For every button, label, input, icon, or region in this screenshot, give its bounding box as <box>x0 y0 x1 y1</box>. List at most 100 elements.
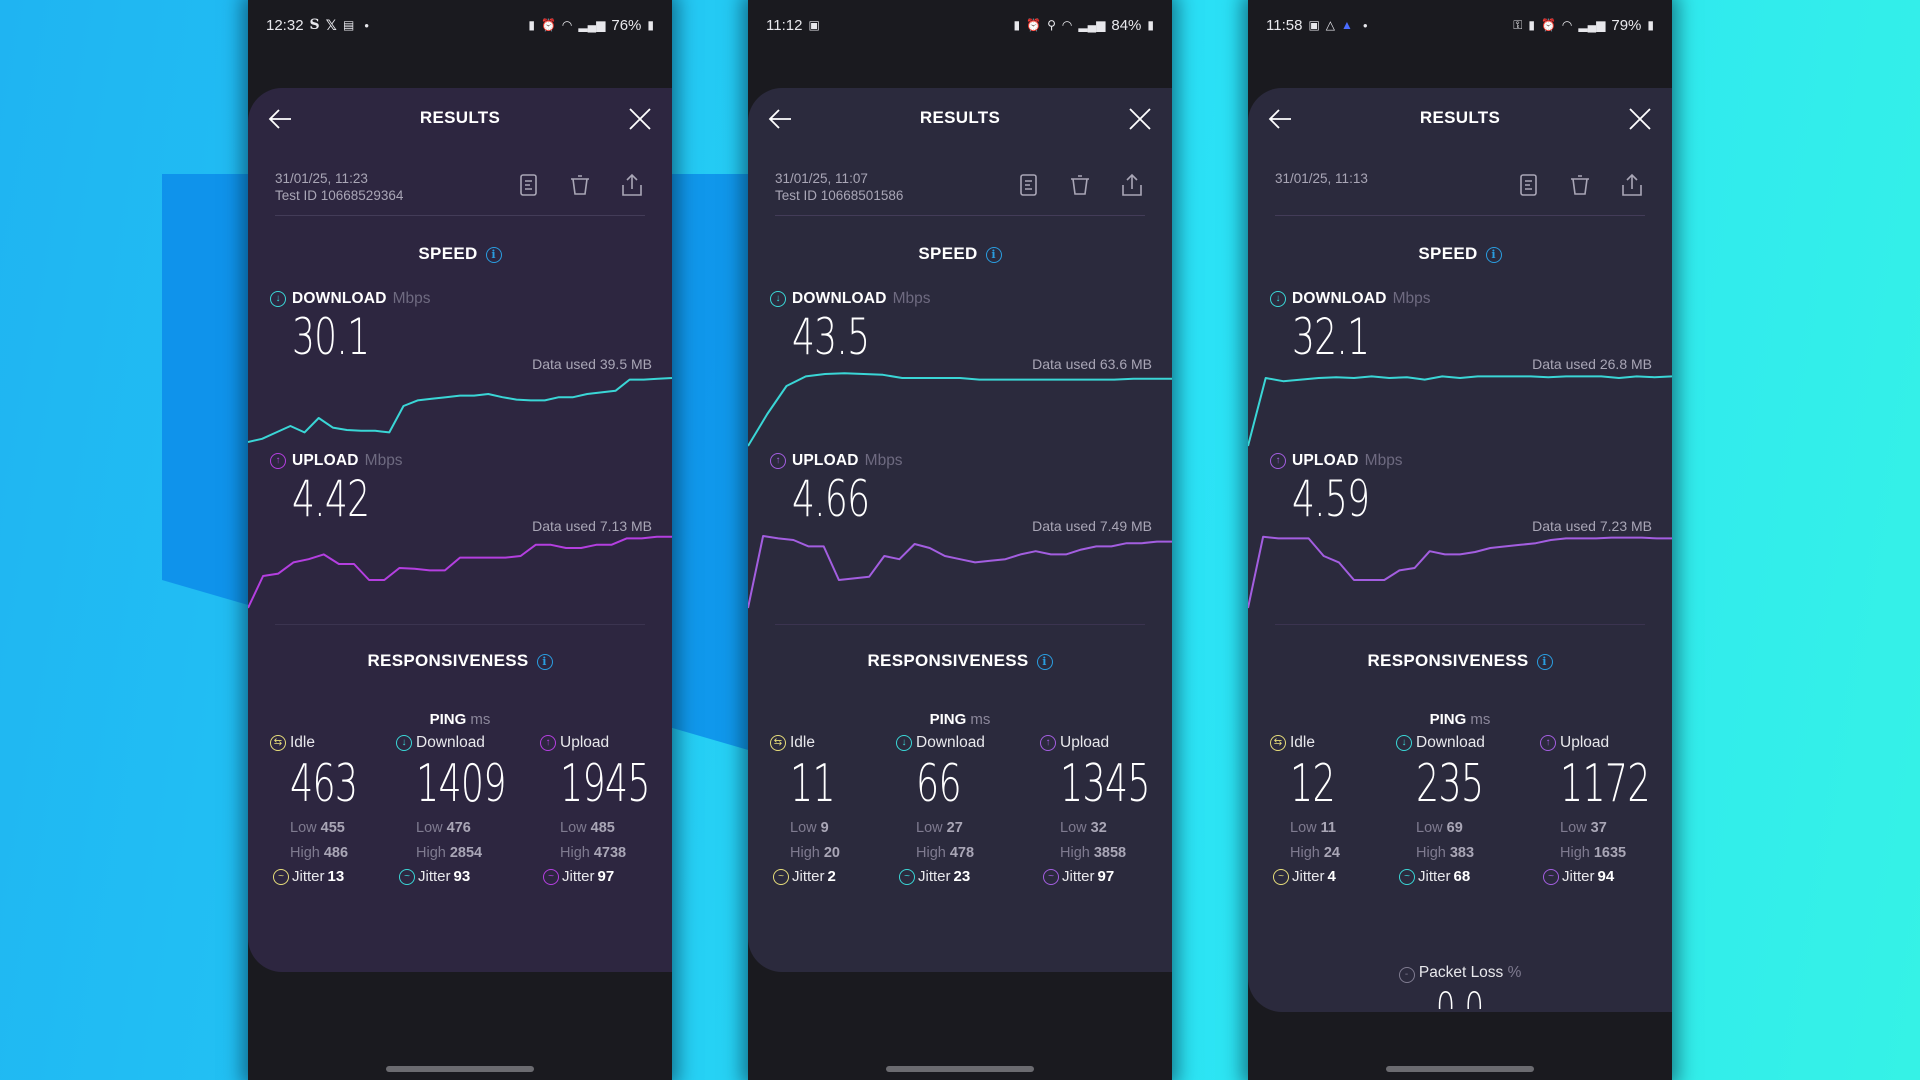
home-indicator[interactable] <box>386 1066 534 1072</box>
download-high: 383 <box>1449 845 1475 861</box>
upload-graph <box>248 535 672 609</box>
ping-label: PING <box>429 711 467 728</box>
share-icon[interactable] <box>1119 172 1145 198</box>
alarm-icon: ⏰ <box>540 18 556 32</box>
high-label: High <box>1060 845 1090 861</box>
packet-loss-icon: - <box>1398 967 1415 983</box>
battery-saver-icon: ▮ <box>528 18 535 32</box>
home-indicator[interactable] <box>1386 1066 1534 1072</box>
download-metric: ↓ DOWNLOAD Mbps 32.1 Data used 26.8 MB <box>1248 290 1672 452</box>
share-icon[interactable] <box>619 172 645 198</box>
upload-high: 3858 <box>1093 845 1127 861</box>
jitter-label: Jitter <box>1562 868 1595 885</box>
status-bar: 11:12 ▣ ▮ ⏰ ⚲ ◠ ▂▄▆ 84% ▮ <box>766 14 1154 36</box>
ping-heading: PING ms <box>748 711 1172 728</box>
jitter-icon: ~ <box>773 868 789 885</box>
upload-graph <box>748 535 1172 609</box>
download-low: 69 <box>1446 820 1463 836</box>
download-unit: Mbps <box>392 290 431 307</box>
upload-unit: Mbps <box>1364 452 1403 469</box>
speed-title: SPEED <box>918 244 978 263</box>
speed-heading: SPEED i <box>248 244 672 264</box>
high-label: High <box>916 845 946 861</box>
info-icon[interactable]: i <box>1536 653 1553 670</box>
signal-icon: ▂▄▆ <box>1078 18 1106 32</box>
upload-icon: ↑ <box>1270 453 1286 469</box>
results-card: RESULTS 31/01/25, 11:07 Test ID 10668501… <box>748 88 1172 972</box>
share-icon[interactable] <box>1619 172 1645 198</box>
upload-ping-label: Upload <box>1560 734 1610 751</box>
low-label: Low <box>916 820 943 836</box>
test-date: 31/01/25, 11:07 <box>775 171 868 186</box>
speed-heading: SPEED i <box>1248 244 1672 264</box>
ping-upload: ↑ Upload 1345 Low 32 High 3858 ~ Jitter 97 <box>1040 734 1170 885</box>
idle-label: Idle <box>790 734 815 751</box>
status-bar: 12:32 S 𝕏 ▤ ● ▮ ⏰ ◠ ▂▄▆ 76% ▮ <box>266 14 654 36</box>
bookmark-icon: ▤ <box>342 18 355 32</box>
ping-label: PING <box>1429 711 1467 728</box>
trash-icon[interactable] <box>1067 172 1093 198</box>
upload-ping-value: 1345 <box>1060 754 1151 814</box>
low-label: Low <box>1290 820 1317 836</box>
high-label: High <box>290 845 320 861</box>
info-icon[interactable]: i <box>485 246 502 263</box>
download-speed-line <box>748 372 1172 447</box>
upload-value: 4.66 <box>792 470 870 528</box>
signal-icon: ▂▄▆ <box>1578 18 1606 32</box>
vpn-app-icon: ▲ <box>1341 18 1353 32</box>
download-unit: Mbps <box>892 290 931 307</box>
close-icon[interactable] <box>1626 105 1654 133</box>
status-time: 11:58 <box>1266 16 1303 34</box>
download-metric: ↓ DOWNLOAD Mbps 43.5 Data used 63.6 MB <box>748 290 1172 452</box>
upload-value: 4.59 <box>1292 470 1370 528</box>
close-icon[interactable] <box>1126 105 1154 133</box>
download-value: 30.1 <box>292 308 370 366</box>
ping-heading: PING ms <box>248 711 672 728</box>
speed-title: SPEED <box>418 244 478 263</box>
home-indicator[interactable] <box>886 1066 1034 1072</box>
info-icon[interactable]: i <box>985 246 1002 263</box>
jitter-icon: ~ <box>543 868 559 885</box>
download-speed-line <box>1248 375 1672 447</box>
battery-percent: 76% <box>611 16 642 34</box>
upload-icon: ↑ <box>1040 735 1056 751</box>
download-label: DOWNLOAD <box>1292 290 1387 307</box>
ping-upload: ↑ Upload 1945 Low 485 High 4738 ~ Jitter 9… <box>540 734 670 885</box>
close-icon[interactable] <box>626 105 654 133</box>
status-bar: 11:58 ▣ △ ▲ ● ⚿ ▮ ⏰ ◠ ▂▄▆ 79% ▮ <box>1266 14 1654 36</box>
responsiveness-title: RESPONSIVENESS <box>367 651 529 670</box>
gallery-icon: ▣ <box>808 18 820 32</box>
idle-value: 11 <box>790 754 836 814</box>
info-icon[interactable]: i <box>1485 246 1502 263</box>
jitter-icon: ~ <box>1399 868 1415 885</box>
test-id: Test ID 10668529364 <box>275 188 404 203</box>
packet-loss-unit: % <box>1507 964 1522 981</box>
info-icon[interactable]: i <box>536 653 553 670</box>
ping-label: PING <box>929 711 967 728</box>
trash-icon[interactable] <box>567 172 593 198</box>
low-label: Low <box>1416 820 1443 836</box>
ping-download: ↓ Download 1409 Low 476 High 2854 ~ Jitter… <box>396 734 526 885</box>
page-title: RESULTS <box>419 108 501 127</box>
document-icon[interactable] <box>1515 172 1541 198</box>
jitter-label: Jitter <box>1418 868 1451 885</box>
download-icon: ↓ <box>1270 291 1286 307</box>
signal-icon: ▂▄▆ <box>578 18 606 32</box>
speed-heading: SPEED i <box>748 244 1172 264</box>
download-unit: Mbps <box>1392 290 1431 307</box>
document-icon[interactable] <box>515 172 541 198</box>
download-jitter: 68 <box>1453 868 1471 885</box>
low-label: Low <box>560 820 587 836</box>
ping-unit: ms <box>1470 711 1491 728</box>
responsiveness-heading: RESPONSIVENESS i <box>748 651 1172 671</box>
upload-label: UPLOAD <box>792 452 859 469</box>
info-icon[interactable]: i <box>1036 653 1053 670</box>
idle-high: 24 <box>1323 845 1340 861</box>
low-label: Low <box>790 820 817 836</box>
packet-loss-label: Packet Loss <box>1418 964 1504 981</box>
jitter-label: Jitter <box>292 868 325 885</box>
upload-label: UPLOAD <box>1292 452 1359 469</box>
upload-ping-value: 1172 <box>1560 754 1651 814</box>
document-icon[interactable] <box>1015 172 1041 198</box>
trash-icon[interactable] <box>1567 172 1593 198</box>
